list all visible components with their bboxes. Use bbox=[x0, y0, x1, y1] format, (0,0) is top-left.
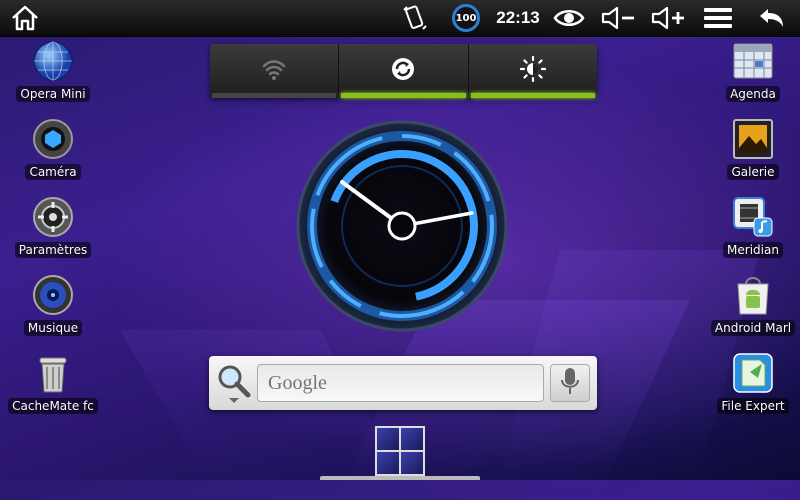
file-icon bbox=[732, 352, 774, 394]
app-label: Paramètres bbox=[14, 242, 92, 258]
app-cachemate[interactable]: CacheMate fc bbox=[3, 352, 103, 418]
app-agenda[interactable]: Agenda bbox=[703, 40, 800, 106]
app-label: Galerie bbox=[727, 164, 779, 180]
magnifier-icon[interactable] bbox=[215, 362, 253, 404]
wifi-icon bbox=[261, 56, 287, 86]
market-icon bbox=[732, 274, 774, 316]
status-bar: 100 22:13 bbox=[0, 0, 800, 37]
globe-icon bbox=[32, 40, 74, 82]
screen-rotate-icon[interactable] bbox=[398, 0, 432, 36]
brightness-icon bbox=[519, 55, 546, 86]
bottom-handle[interactable] bbox=[320, 476, 480, 480]
app-label: CacheMate fc bbox=[8, 398, 98, 414]
toggle-indicator bbox=[212, 93, 337, 98]
app-android-market[interactable]: Android Marl bbox=[703, 274, 800, 340]
volume-down-icon[interactable] bbox=[598, 0, 638, 36]
status-clock: 22:13 bbox=[492, 0, 544, 36]
app-settings[interactable]: Paramètres bbox=[3, 196, 103, 262]
home-icon[interactable] bbox=[6, 0, 44, 36]
app-music[interactable]: Musique bbox=[3, 274, 103, 340]
toggle-indicator bbox=[341, 93, 466, 98]
back-icon[interactable] bbox=[752, 0, 790, 36]
battery-level-text: 100 bbox=[455, 12, 477, 24]
app-opera-mini[interactable]: Opera Mini bbox=[3, 40, 103, 106]
voice-search-button[interactable] bbox=[550, 364, 590, 402]
wifi-toggle-button[interactable] bbox=[210, 44, 340, 98]
microphone-icon bbox=[561, 367, 579, 399]
grid-cell bbox=[377, 428, 399, 450]
battery-indicator: 100 bbox=[448, 0, 484, 36]
eye-icon[interactable] bbox=[550, 0, 588, 36]
grid-cell bbox=[401, 452, 423, 474]
app-drawer-button[interactable] bbox=[375, 426, 425, 476]
app-camera[interactable]: Caméra bbox=[3, 118, 103, 184]
toggle-indicator bbox=[470, 93, 595, 98]
app-label: Meridian bbox=[723, 242, 783, 258]
time-text: 22:13 bbox=[496, 8, 540, 27]
app-gallery[interactable]: Galerie bbox=[703, 118, 800, 184]
settings-icon bbox=[32, 196, 74, 238]
trash-icon bbox=[32, 352, 74, 394]
analog-clock-widget[interactable] bbox=[296, 120, 508, 332]
app-label: Opera Mini bbox=[16, 86, 90, 102]
music-icon bbox=[32, 274, 74, 316]
gallery-icon bbox=[732, 118, 774, 160]
app-label: Android Marl bbox=[710, 320, 796, 336]
brightness-toggle-button[interactable] bbox=[469, 44, 597, 98]
grid-cell bbox=[401, 428, 423, 450]
menu-icon[interactable] bbox=[700, 0, 736, 36]
camera-icon bbox=[32, 118, 74, 160]
app-meridian[interactable]: Meridian bbox=[703, 196, 800, 262]
search-input[interactable] bbox=[257, 364, 544, 402]
wallpaper-shard bbox=[120, 330, 413, 490]
app-label: Caméra bbox=[25, 164, 81, 180]
google-search-widget bbox=[209, 356, 597, 410]
calendar-icon bbox=[732, 40, 774, 82]
app-label: Musique bbox=[23, 320, 83, 336]
power-control-widget bbox=[210, 44, 597, 98]
app-label: Agenda bbox=[726, 86, 780, 102]
volume-up-icon[interactable] bbox=[648, 0, 688, 36]
app-file-expert[interactable]: File Expert bbox=[703, 352, 800, 418]
sync-icon bbox=[390, 56, 416, 86]
app-label: File Expert bbox=[717, 398, 789, 414]
grid-cell bbox=[377, 452, 399, 474]
sync-toggle-button[interactable] bbox=[339, 44, 469, 98]
media-icon bbox=[732, 196, 774, 238]
